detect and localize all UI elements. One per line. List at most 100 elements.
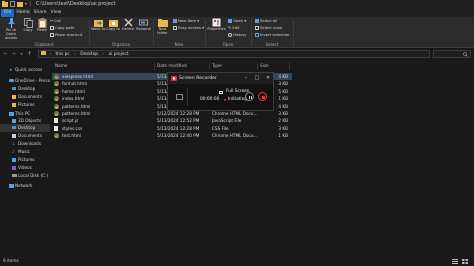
documents-icon <box>12 134 16 138</box>
easy-access-button[interactable]: Easy access ▾ <box>173 25 204 31</box>
paste-button[interactable]: Paste <box>35 18 49 32</box>
move-to-button[interactable]: Move to <box>91 18 105 31</box>
file-row[interactable]: styles.css 5/13/2024 12:28 PM CSS File 3 KB <box>52 125 292 132</box>
edit-label: Edit <box>232 25 240 30</box>
cut-button[interactable]: ✂Cut <box>50 18 61 24</box>
edit-button[interactable]: ✎Edit <box>228 25 240 31</box>
file-row[interactable]: test.html 5/13/2024 12:40 PM Chrome HTML D… <box>52 132 292 139</box>
details-view-icon[interactable] <box>452 259 458 264</box>
title-separator: | <box>30 1 32 6</box>
new-group-label: New <box>174 42 184 47</box>
open-button[interactable]: Open ▾ <box>228 18 246 24</box>
history-button[interactable]: History <box>228 32 247 38</box>
rename-button[interactable]: Rename <box>136 18 151 31</box>
breadcrumb-this-pc[interactable]: this pc <box>55 52 69 57</box>
breadcrumb-chevron-icon: › <box>49 51 52 57</box>
new-folder-quick-icon[interactable] <box>17 1 23 7</box>
column-divider[interactable] <box>257 62 258 70</box>
recorder-app-icon <box>171 76 177 81</box>
file-name: test.html <box>62 133 81 139</box>
properties-icon[interactable] <box>10 1 15 7</box>
tab-file[interactable]: File <box>1 9 14 17</box>
ribbon-tabs: File Home Share View <box>0 9 474 17</box>
file-name: format.html <box>62 81 87 87</box>
nav-label: Desktop <box>18 125 36 130</box>
file-date-modified: 5/13/2024 12:52 PM <box>157 118 200 124</box>
up-icon[interactable]: ↑ <box>26 50 33 58</box>
minimize-icon[interactable]: – <box>241 73 251 84</box>
close-icon[interactable]: ✕ <box>263 73 273 84</box>
column-header-type[interactable]: Type <box>212 62 222 70</box>
column-divider[interactable] <box>154 62 155 70</box>
column-header-date[interactable]: Date modified <box>157 62 187 70</box>
pin-to-quick-access-button[interactable]: Pin to Quick access <box>1 18 21 40</box>
recorder-title-bar[interactable]: Screen Recorder – □ ✕ <box>168 73 273 84</box>
new-group: New folder New item ▾ Easy access ▾ New <box>154 17 204 48</box>
pin-icon <box>7 18 15 28</box>
recorder-status: Initiating <box>228 97 248 102</box>
select-group-label: Select <box>265 42 279 47</box>
nav-label: Pictures <box>18 157 35 162</box>
select-none-button[interactable]: Select none <box>255 25 282 31</box>
column-divider[interactable] <box>289 62 290 70</box>
new-item-label: New item ▾ <box>178 18 200 23</box>
new-item-button[interactable]: New item ▾ <box>173 18 199 24</box>
history-icon <box>228 33 232 37</box>
back-icon[interactable]: ← <box>2 50 9 58</box>
file-name: patterns.html <box>62 103 91 109</box>
invert-selection-button[interactable]: Invert selection <box>255 32 289 38</box>
paste-shortcut-button[interactable]: Paste shortcut <box>50 32 82 38</box>
navigation-pane: ★ Quick access OneDrive - Perso Desktop … <box>0 60 50 256</box>
column-header-name[interactable]: Name <box>55 62 67 70</box>
tab-home[interactable]: Home <box>15 9 31 17</box>
organize-group: Move to Copy to Delete Rename Organize <box>90 17 152 48</box>
chrome-icon-center <box>55 134 58 137</box>
invert-selection-label: Invert selection <box>260 32 290 37</box>
file-row[interactable]: patterns.html 5/12/2024 12:28 PM Chrome HT… <box>52 110 292 117</box>
recorder-timer: 00:00:00 <box>200 97 220 102</box>
breadcrumb-desktop[interactable]: Desktop <box>80 52 98 57</box>
tab-view[interactable]: View <box>49 9 63 17</box>
copy-to-icon <box>108 20 118 27</box>
search-input[interactable] <box>433 50 471 58</box>
select-all-button[interactable]: Select all <box>255 18 277 24</box>
recent-locations-icon[interactable]: ▾ <box>18 50 25 58</box>
chrome-icon-center <box>55 90 58 93</box>
column-divider[interactable] <box>209 62 210 70</box>
forward-icon[interactable]: → <box>10 50 17 58</box>
camera-icon[interactable] <box>176 93 183 100</box>
open-icon <box>228 19 232 23</box>
nav-desktop[interactable]: Desktop <box>0 124 50 132</box>
file-row[interactable]: script.js 5/13/2024 12:52 PM JavaScript Fi… <box>52 117 292 124</box>
file-size: 3 KB <box>278 111 288 116</box>
nav-label: Pictures <box>18 102 35 107</box>
copy-path-label: Copy path <box>55 25 75 30</box>
delete-button[interactable]: Delete <box>121 18 135 31</box>
recorder-body: Full Screen 00:00:00 Initiating <box>168 84 273 110</box>
screen-recorder-window[interactable]: Screen Recorder – □ ✕ Full Screen 00:00:… <box>167 72 274 111</box>
select-none-label: Select none <box>260 25 283 30</box>
ribbon: Pin to Quick access Copy Paste ✂Cut Copy… <box>0 17 474 48</box>
breadcrumb-ai-project[interactable]: ai project <box>108 52 128 57</box>
stop-icon <box>261 95 265 99</box>
copy-path-button[interactable]: Copy path <box>50 25 74 31</box>
copy-button[interactable]: Copy <box>22 18 34 32</box>
maximize-icon[interactable]: □ <box>252 73 262 84</box>
tab-share[interactable]: Share <box>32 9 48 17</box>
new-folder-button[interactable]: New folder <box>155 18 170 35</box>
new-item-icon <box>173 19 177 23</box>
drive-icon <box>12 174 17 177</box>
stop-button[interactable] <box>258 92 267 101</box>
quick-access-dropdown-icon[interactable]: ▾ <box>25 1 27 7</box>
properties-button[interactable]: Properties <box>207 18 226 31</box>
pause-button[interactable] <box>245 92 254 101</box>
nav-label: Documents <box>18 94 42 99</box>
rename-label: Rename <box>136 27 151 31</box>
nav-label: Network <box>15 183 33 188</box>
copy-to-button[interactable]: Copy to <box>106 18 120 31</box>
address-bar[interactable]: › this pc › Desktop › ai project <box>38 50 430 58</box>
column-header-size[interactable]: Size <box>260 62 269 70</box>
large-icons-view-icon[interactable] <box>462 259 468 264</box>
desktop-icon <box>12 126 16 129</box>
pictures-icon <box>12 103 16 107</box>
